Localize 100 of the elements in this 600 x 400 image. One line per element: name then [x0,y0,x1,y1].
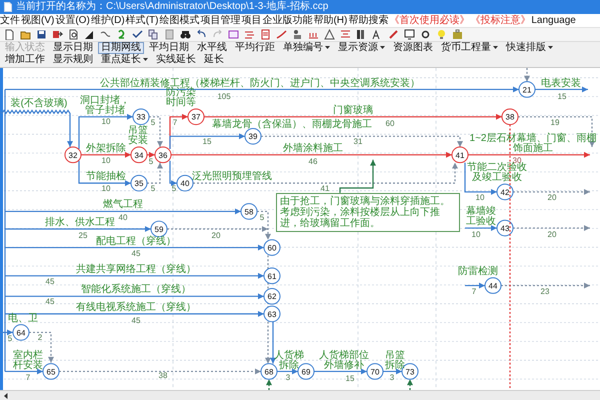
activity-name: 燃气工程 [102,200,144,210]
binoculars-icon[interactable] [180,29,191,40]
save-icon[interactable] [36,29,47,40]
menu-item[interactable]: 维护(D) [90,16,125,26]
chart-window-icon[interactable] [228,29,239,40]
duration-label: 20 [546,230,558,239]
toolbar-button[interactable]: 延长 [201,54,227,66]
list-icon[interactable] [260,29,271,40]
caret-icon [493,46,498,50]
duration-label: 10 [100,118,112,126]
duration-label: 40 [118,214,128,222]
activity-name: 共建共享网络工程（穿线） [75,264,197,275]
activity-name: 外架拆除 [85,144,127,154]
menu-item[interactable]: 视图(V) [21,16,54,26]
check-icon[interactable] [132,29,143,40]
duration-label: 5 [150,184,156,193]
menu-item[interactable]: 文件 [0,16,20,26]
activity-name: 节能抽检 [85,172,127,182]
dummy-arrow [266,379,272,390]
duration-label: 5 [150,118,156,127]
menu-item[interactable]: 样式(T) [126,16,158,26]
menu-item[interactable]: 项目管理 [200,16,240,26]
lines-icon[interactable] [244,29,255,40]
duration-label: 3 [388,374,396,382]
toolbar-button[interactable]: 显示资源 [335,42,388,54]
menu-item[interactable]: Language [531,16,576,26]
duration-label: 7 [470,288,478,296]
monitor-icon[interactable] [404,29,415,40]
menu-item[interactable]: 项目 [241,16,262,26]
toolbar-button[interactable]: 货币工程量 [438,42,501,54]
paste-icon[interactable] [164,29,175,40]
toolbar-button[interactable]: 平均日期 [146,42,192,54]
menu-item[interactable]: 《投标注意》 [470,16,530,26]
toolbar-button[interactable]: 日期网线 [98,42,144,54]
toolbar-button[interactable]: 重点延长 [98,54,151,66]
toolbar-button[interactable]: 快速排版 [503,42,556,54]
toolbar-button[interactable]: 资源图表 [390,42,436,54]
briefcase-icon[interactable] [452,29,463,40]
duration-label: 5 [170,184,178,193]
duration-label: 10 [100,156,112,165]
duration-label: 7 [24,374,32,382]
duration-label: 31 [352,138,364,146]
duration-label: 19 [550,118,560,127]
duration-label: 45 [130,250,142,258]
toolbar-button[interactable]: 水平线 [194,42,230,54]
triangle-icon[interactable] [84,29,95,40]
caret-icon [548,46,553,50]
menu-item[interactable]: 企业版功能 [262,16,312,26]
toolbar-button[interactable]: 平均行距 [232,42,278,54]
activity-name: 防雷检测 [457,266,499,277]
caret-icon [325,46,330,50]
toolbar-button[interactable]: 单独编号 [280,42,333,54]
duration-label: 105 [217,93,231,102]
toolbar-button[interactable]: 实线延长 [153,54,199,66]
duration-label: 20 [210,232,222,240]
duration-label: 23 [540,288,550,296]
window-title: 当前打开的名称为：C:\Users\Administrator\Desktop\1-3-地库-招标.ccp [16,2,328,12]
two-icon[interactable] [116,29,127,40]
activity-name: 室内栏杆安装 [12,350,44,370]
print-preview-icon[interactable] [68,29,79,40]
export-icon[interactable] [52,29,63,40]
duration-label: 7 [172,118,178,127]
duration-label: 38 [158,372,168,380]
note-pointer-arrow [339,160,376,193]
activity-name: 智能化系统施工（穿线） [80,285,192,296]
undo-icon[interactable] [196,29,207,40]
toolbar-button[interactable]: 显示规则 [50,54,96,66]
activity-name: 装(不含玻璃) [10,98,68,109]
books-icon[interactable] [356,29,367,40]
menu-item[interactable]: 设置(O) [55,16,90,26]
duration-label: 3 [284,374,292,382]
duration-label: 10 [100,184,112,193]
activity-name: 外墙涂料施工 [282,144,344,154]
duration-label: 41 [320,184,330,193]
align-icon[interactable] [340,29,351,40]
horizontal-scrollbar[interactable] [0,390,600,400]
duration-label: 5 [258,214,266,222]
activity-arrow [270,322,276,364]
duration-label: 46 [308,158,318,166]
curve-icon[interactable] [276,29,287,40]
document-icon [4,2,12,12]
duration-label: 15 [202,138,212,146]
duration-label: 5 [148,158,154,166]
menu-item[interactable]: 帮助搜索 [348,16,388,26]
duration-label: 10 [474,194,486,202]
activity-name: 电表安装 [540,78,582,88]
activity-name: 门窗玻璃 [332,106,374,116]
menu-item[interactable]: 绘图模式 [159,16,200,26]
activity-name: 电、卫 [7,314,39,324]
pen-icon[interactable] [388,29,399,40]
warning-icon[interactable] [324,29,335,40]
duration-label: 60 [384,120,396,128]
activity-name: 洞口封堵，管子封堵 [79,96,131,116]
lightbulb-icon[interactable] [436,29,447,40]
copy-icon[interactable] [148,29,159,40]
toolbar-button[interactable]: 增加工作 [2,54,48,66]
duration-label: 45 [44,278,56,286]
toolbar-button[interactable]: 显示日期 [50,42,96,54]
menu-item[interactable]: 《首次使用必读》 [389,16,470,26]
menu-item[interactable]: 帮助(H) [313,16,348,26]
